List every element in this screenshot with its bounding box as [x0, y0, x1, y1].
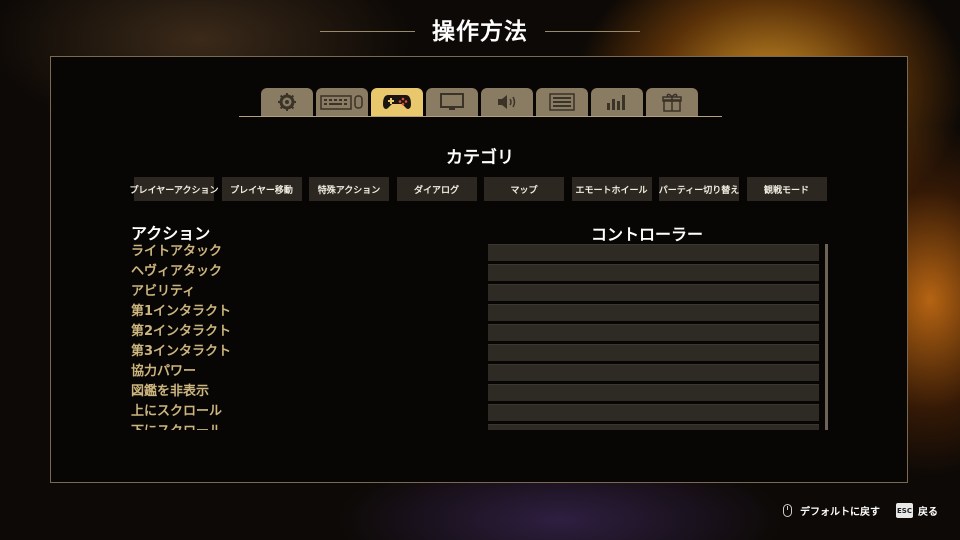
controller-binding-slot[interactable] — [488, 284, 819, 301]
controller-binding-slot[interactable] — [488, 304, 819, 321]
category-emote-wheel[interactable]: エモートホイール — [571, 177, 652, 201]
mouse-icon — [783, 504, 792, 517]
list-icon — [549, 93, 575, 111]
controller-binding-slot[interactable] — [488, 404, 819, 421]
reset-defaults-button[interactable]: デフォルトに戻す — [800, 503, 880, 519]
speaker-icon — [498, 95, 516, 109]
action-column-header: アクション — [131, 224, 211, 243]
action-item: 第1インタラクト — [131, 304, 232, 319]
controller-column-header: コントローラー — [591, 225, 704, 244]
back-button[interactable]: 戻る — [918, 503, 938, 519]
tab-general[interactable] — [261, 88, 313, 116]
esc-key-icon: ESC — [896, 503, 913, 518]
controller-binding-slot[interactable] — [488, 324, 819, 341]
gear-icon — [278, 93, 296, 111]
action-item: 図鑑を非表示 — [131, 384, 210, 399]
action-list: ライトアタック ヘヴィアタック アビリティ 第1インタラクト 第2インタラクト … — [131, 242, 311, 430]
action-item: アビリティ — [131, 284, 196, 299]
binding-scrollbar[interactable] — [825, 244, 828, 430]
title-bar: 操作方法 — [0, 12, 960, 48]
category-party-switch[interactable]: パーティー切り替え — [659, 177, 739, 201]
title-divider-right — [545, 31, 640, 32]
category-special-action[interactable]: 特殊アクション — [309, 177, 389, 201]
controller-binding-slot[interactable] — [488, 384, 819, 401]
category-map[interactable]: マップ — [484, 177, 564, 201]
tab-gift[interactable] — [646, 88, 698, 116]
tab-display[interactable] — [426, 88, 478, 116]
gift-icon — [662, 93, 682, 112]
controller-binding-slot[interactable] — [488, 424, 819, 430]
category-dialog[interactable]: ダイアログ — [396, 177, 477, 201]
action-item: 第2インタラクト — [131, 324, 232, 339]
monitor-icon — [440, 93, 464, 110]
page-title: 操作方法 — [432, 19, 528, 45]
action-item: 第3インタラクト — [131, 344, 232, 359]
action-item: 協力パワー — [131, 364, 197, 379]
action-item: 上にスクロール — [131, 404, 223, 419]
action-item: 下にスクロール — [131, 422, 311, 430]
category-title: カテゴリ — [446, 148, 514, 168]
tab-underline — [239, 116, 722, 117]
tab-stats[interactable] — [591, 88, 643, 116]
category-player-action[interactable]: プレイヤーアクション — [130, 177, 218, 201]
gamepad-icon — [383, 95, 411, 109]
controller-binding-slot[interactable] — [488, 364, 819, 381]
controller-binding-slot[interactable] — [488, 244, 819, 261]
tab-controller[interactable] — [371, 88, 423, 116]
keyboard-icon — [320, 95, 363, 110]
tab-keyboard[interactable] — [316, 88, 368, 116]
action-item: ヘヴィアタック — [131, 264, 223, 279]
controller-binding-list — [488, 244, 819, 430]
category-player-move[interactable]: プレイヤー移動 — [221, 177, 302, 201]
controller-binding-slot[interactable] — [488, 344, 819, 361]
category-spectator[interactable]: 観戦モード — [746, 177, 827, 201]
settings-panel: カテゴリ プレイヤーアクション プレイヤー移動 特殊アクション ダイアログ マッ… — [50, 56, 908, 483]
action-item: ライトアタック — [131, 244, 223, 259]
stats-icon — [607, 95, 625, 110]
controller-binding-slot[interactable] — [488, 264, 819, 281]
tab-list[interactable] — [536, 88, 588, 116]
tab-audio[interactable] — [481, 88, 533, 116]
